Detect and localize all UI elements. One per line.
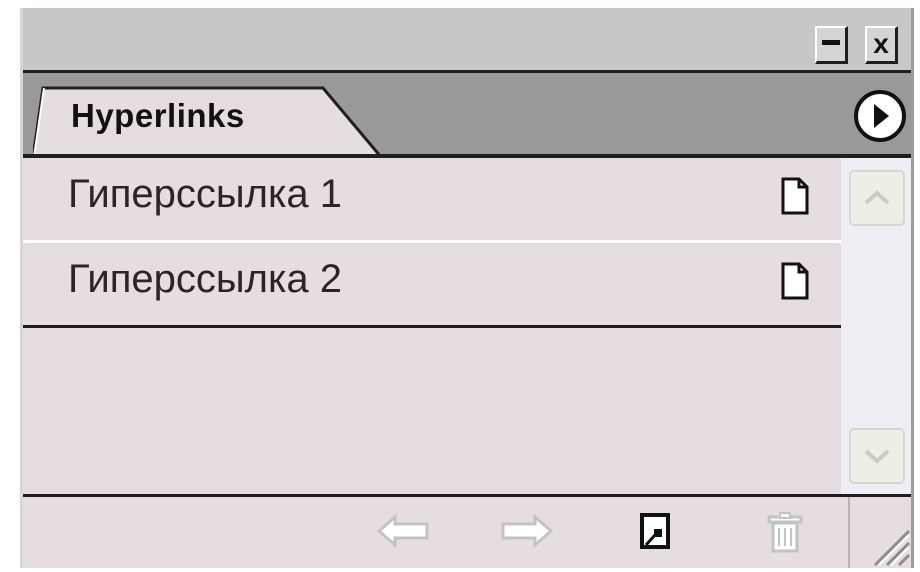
page-icon: [781, 177, 809, 215]
panel-menu-button[interactable]: [851, 87, 909, 145]
panel-titlebar[interactable]: x: [23, 8, 911, 70]
chevron-down-icon: [864, 449, 890, 464]
new-item-icon[interactable]: [637, 511, 673, 553]
hyperlinks-panel: x Hyperlinks Гиперссылка 1 Гиперссылка 2: [20, 8, 914, 568]
tab-strip: Hyperlinks: [23, 70, 911, 158]
trash-icon[interactable]: [765, 511, 805, 555]
arrow-right-icon[interactable]: [499, 511, 555, 551]
close-icon: x: [873, 27, 889, 59]
list-item[interactable]: Гиперссылка 2: [23, 243, 841, 328]
vertical-scrollbar[interactable]: [841, 158, 911, 494]
resize-grip-icon[interactable]: [861, 517, 911, 567]
arrow-left-icon[interactable]: [375, 511, 431, 551]
hyperlink-label: Гиперссылка 2: [68, 257, 342, 301]
minimize-icon: [822, 40, 840, 45]
toolbar-divider: [848, 497, 850, 568]
hyperlinks-list: Гиперссылка 1 Гиперссылка 2: [23, 158, 841, 494]
tab-hyperlinks[interactable]: Hyperlinks: [71, 97, 245, 135]
list-item[interactable]: Гиперссылка 1: [23, 158, 841, 243]
scroll-down-button[interactable]: [849, 428, 905, 484]
panel-toolbar: [23, 494, 911, 568]
chevron-up-icon: [864, 190, 890, 205]
page-icon: [781, 262, 809, 300]
minimize-button[interactable]: [815, 26, 848, 64]
scroll-up-button[interactable]: [849, 170, 905, 226]
hyperlink-label: Гиперссылка 1: [68, 172, 342, 216]
close-button[interactable]: x: [865, 26, 898, 64]
